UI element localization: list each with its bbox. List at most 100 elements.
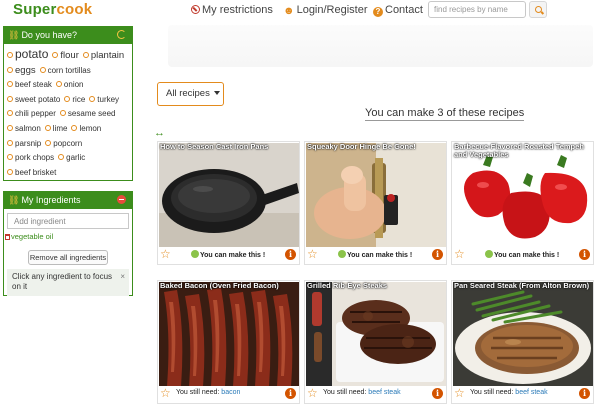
expand-horizontal-icon[interactable]: ↔ xyxy=(154,127,165,139)
recipe-title[interactable]: Pan Seared Steak (From Alton Brown) xyxy=(454,282,591,290)
user-icon: ☻ xyxy=(283,5,295,17)
pantry-chip[interactable]: onion xyxy=(55,78,84,93)
info-icon[interactable]: i xyxy=(432,388,443,399)
pantry-chip-label: beef brisket xyxy=(15,167,57,177)
pantry-chip[interactable]: chili pepper xyxy=(7,107,56,122)
still-need-label: You still need: xyxy=(176,389,220,396)
can-make-status: You can make this ! xyxy=(191,250,265,259)
info-icon[interactable]: i xyxy=(285,388,296,399)
recipe-title[interactable]: How to Season Cast Iron Pans xyxy=(160,143,297,151)
recipe-image[interactable] xyxy=(159,143,299,247)
pantry-chip[interactable]: lime xyxy=(44,122,67,137)
pantry-chip[interactable]: eggs xyxy=(7,64,36,79)
pantry-chip[interactable]: pork chops xyxy=(7,151,54,166)
missing-ingredient-link[interactable]: bacon xyxy=(221,389,240,396)
pantry-title: Do you have? xyxy=(21,30,77,40)
add-circle-icon xyxy=(82,52,89,58)
add-ingredient-input[interactable]: Add ingredient xyxy=(7,213,129,229)
recipe-card-footer: ☆ You still need: beef steak i xyxy=(305,385,446,403)
nav-login-register[interactable]: ☻ Login/Register xyxy=(283,4,368,17)
add-circle-icon xyxy=(58,154,65,161)
recipe-card[interactable]: How to Season Cast Iron Pans ☆ You can mak… xyxy=(157,141,300,265)
refresh-icon[interactable] xyxy=(117,30,126,39)
pantry-chip[interactable]: turkey xyxy=(89,93,119,108)
can-make-text: You can make this ! xyxy=(494,252,560,259)
ingredient-label: vegetable oil xyxy=(11,232,54,241)
remove-all-ingredients-button[interactable]: Remove all ingredients xyxy=(28,250,108,265)
favorite-star-icon[interactable]: ☆ xyxy=(454,386,465,400)
site-logo[interactable]: Supercook xyxy=(13,1,92,18)
add-circle-icon xyxy=(55,81,62,88)
focus-hint-text: Click any ingredient to focus on it xyxy=(12,272,113,291)
pantry-suggestion-list: potato flour plantain eggs corn tortillas bee… xyxy=(4,44,132,180)
close-hint-button[interactable]: × xyxy=(120,272,125,282)
pantry-chip[interactable]: sweet potato xyxy=(7,93,60,108)
pantry-chip[interactable]: potato xyxy=(7,47,48,62)
add-circle-icon xyxy=(7,110,13,117)
pantry-chip[interactable]: salmon xyxy=(7,122,41,137)
recipe-card[interactable]: Barbecue-Flavored Roasted Tempeh and Veg… xyxy=(451,141,594,265)
nav-login-label: Login/Register xyxy=(296,4,368,16)
recipe-title[interactable]: Barbecue-Flavored Roasted Tempeh and Veg… xyxy=(454,143,591,159)
ingredient-item[interactable]: vegetable oil xyxy=(5,232,132,241)
pantry-chip[interactable]: popcorn xyxy=(45,137,82,152)
recipe-card[interactable]: Grilled Rib-Eye Steaks ☆ You still need: b… xyxy=(304,280,447,404)
pantry-chip[interactable]: beef brisket xyxy=(7,166,56,181)
focus-hint: Click any ingredient to focus on it × xyxy=(7,269,129,296)
nav-my-restrictions[interactable]: My restrictions xyxy=(191,4,273,16)
trash-icon[interactable] xyxy=(5,234,10,240)
add-circle-icon xyxy=(52,52,59,58)
info-icon[interactable]: i xyxy=(579,249,590,260)
my-ingredients-panel: ⛓ My Ingredients Add ingredient vegetable… xyxy=(3,191,133,296)
pantry-chip-label: flour xyxy=(60,50,79,61)
info-icon[interactable]: i xyxy=(285,249,296,260)
favorite-star-icon[interactable]: ☆ xyxy=(307,247,318,261)
search-input[interactable]: find recipes by name xyxy=(428,1,526,18)
add-circle-icon xyxy=(71,124,78,131)
add-circle-icon xyxy=(7,52,13,58)
recipe-title[interactable]: Baked Bacon (Oven Fried Bacon) xyxy=(160,282,297,290)
favorite-star-icon[interactable]: ☆ xyxy=(160,247,171,261)
recipe-image[interactable] xyxy=(306,143,446,247)
favorite-star-icon[interactable]: ☆ xyxy=(160,386,171,400)
recipe-card[interactable]: Pan Seared Steak (From Alton Brown) ☆ You … xyxy=(451,280,594,404)
pantry-chip[interactable]: rice xyxy=(64,93,85,108)
pantry-chip[interactable]: beef steak xyxy=(7,78,52,93)
recipe-card[interactable]: Baked Bacon (Oven Fried Bacon) ☆ You still… xyxy=(157,280,300,404)
clear-all-icon[interactable] xyxy=(117,195,126,204)
favorite-star-icon[interactable]: ☆ xyxy=(454,247,465,261)
checkmark-icon xyxy=(191,250,199,258)
add-circle-icon xyxy=(7,168,13,175)
pantry-chip[interactable]: corn tortillas xyxy=(39,64,91,79)
recipe-image[interactable] xyxy=(453,282,593,386)
recipe-image[interactable] xyxy=(159,282,299,386)
pantry-chip[interactable]: lemon xyxy=(71,122,101,137)
recipe-filter-dropdown[interactable]: All recipes xyxy=(157,82,224,106)
add-circle-icon xyxy=(64,95,71,102)
recipe-card-footer: ☆ You still need: bacon i xyxy=(158,385,299,403)
missing-ingredient-link[interactable]: beef steak xyxy=(515,389,547,396)
question-icon: ? xyxy=(373,7,383,17)
search-button[interactable] xyxy=(529,1,547,18)
recipe-count-summary[interactable]: You can make 3 of these recipes xyxy=(365,107,525,121)
add-circle-icon xyxy=(7,66,13,73)
missing-ingredient-link[interactable]: beef steak xyxy=(368,389,400,396)
pantry-chip[interactable]: flour xyxy=(52,49,79,64)
recipe-card[interactable]: Squeaky Door Hinge Be Gone! ☆ You can make… xyxy=(304,141,447,265)
favorite-star-icon[interactable]: ☆ xyxy=(307,386,318,400)
add-circle-icon xyxy=(39,66,46,73)
pantry-chip[interactable]: parsnip xyxy=(7,137,41,152)
checkmark-icon xyxy=(485,250,493,258)
recipe-title[interactable]: Squeaky Door Hinge Be Gone! xyxy=(307,143,444,151)
recipe-image[interactable] xyxy=(306,282,446,386)
pantry-chip-label: plantain xyxy=(90,50,125,61)
add-circle-icon xyxy=(7,124,13,131)
pantry-chip[interactable]: sesame seed xyxy=(59,107,116,122)
info-icon[interactable]: i xyxy=(579,388,590,399)
pantry-chip[interactable]: garlic xyxy=(58,151,85,166)
pantry-chip[interactable]: plantain xyxy=(82,49,125,64)
recipe-title[interactable]: Grilled Rib-Eye Steaks xyxy=(307,282,444,290)
nav-contact[interactable]: ? Contact xyxy=(373,4,423,17)
fork-knife-icon: ⛓ xyxy=(8,195,20,205)
info-icon[interactable]: i xyxy=(432,249,443,260)
